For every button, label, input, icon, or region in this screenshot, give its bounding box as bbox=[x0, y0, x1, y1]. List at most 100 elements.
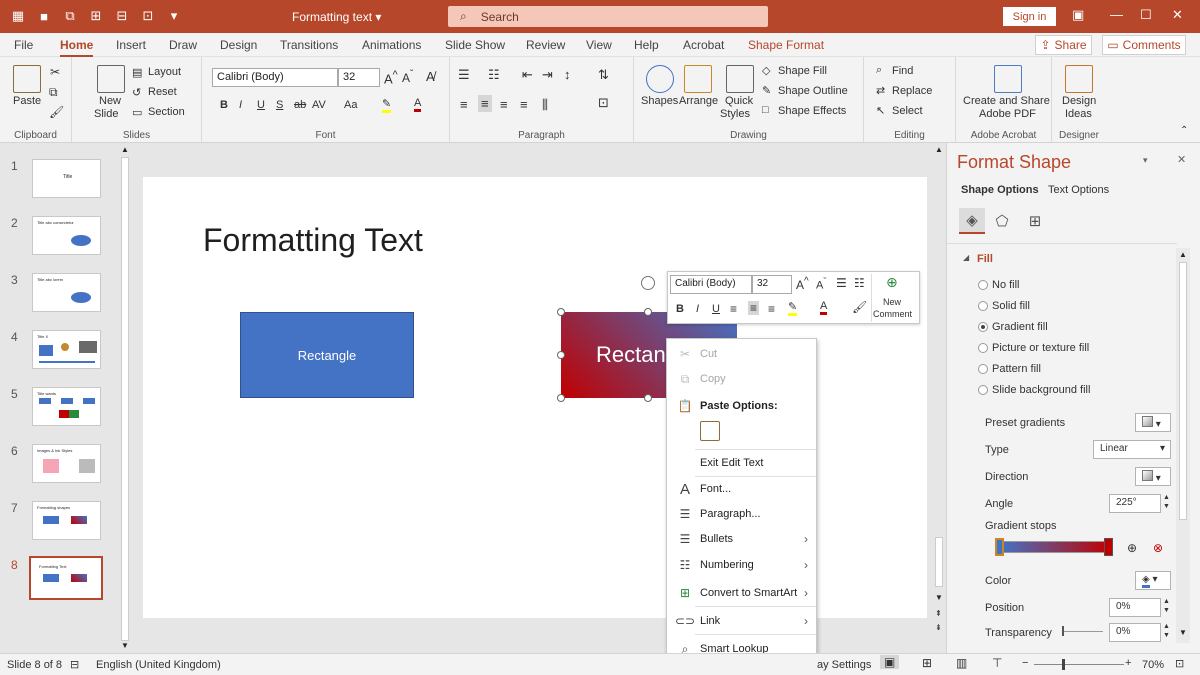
radio-pattern-fill[interactable] bbox=[978, 364, 988, 374]
normal-view-icon[interactable]: ▣ bbox=[880, 655, 900, 669]
position-spinner-icon[interactable]: ▲ ▼ bbox=[1163, 597, 1170, 615]
effects-icon[interactable]: ⬠ bbox=[989, 208, 1015, 234]
ribbon-display-icon[interactable]: ▣ bbox=[1072, 7, 1084, 23]
reset-button[interactable]: Reset bbox=[148, 86, 177, 98]
radio-solid-fill[interactable] bbox=[978, 301, 988, 311]
angle-input[interactable]: 225° bbox=[1109, 494, 1161, 513]
columns-icon[interactable]: ⫼ bbox=[542, 97, 548, 113]
mini-bullets-icon[interactable]: ☰ bbox=[836, 276, 847, 290]
mini-format-painter-icon[interactable]: 🖌 bbox=[852, 300, 867, 314]
slide-sorter-icon[interactable]: ⊞ bbox=[922, 656, 932, 670]
paste-keep-text-icon[interactable] bbox=[700, 421, 720, 441]
shape-fill-button[interactable]: Shape Fill bbox=[778, 65, 827, 77]
search-box[interactable]: ⌕ Search bbox=[448, 6, 768, 27]
shape-outline-button[interactable]: Shape Outline bbox=[778, 85, 848, 97]
shapes-button[interactable]: Shapes bbox=[641, 95, 678, 107]
align-center-icon[interactable]: ≡ bbox=[478, 95, 492, 112]
increase-indent-icon[interactable]: ⇥ bbox=[542, 67, 553, 83]
document-title[interactable]: Formatting text ▾ bbox=[292, 10, 381, 24]
mini-align-center-icon[interactable]: ≡ bbox=[748, 301, 760, 315]
format-painter-icon[interactable]: 🖌 bbox=[49, 105, 64, 119]
slide-thumbnail-5[interactable]: Title wants bbox=[32, 387, 101, 426]
mini-numbering-icon[interactable]: ☷ bbox=[854, 276, 865, 290]
radio-picture-fill[interactable] bbox=[978, 343, 988, 353]
transparency-slider-thumb[interactable] bbox=[1062, 626, 1064, 636]
mini-font-dropdown[interactable]: Calibri (Body) bbox=[670, 275, 752, 294]
resize-handle[interactable] bbox=[557, 308, 565, 316]
slide-scrollbar[interactable]: ▲ ▼ ⇞ ⇟ bbox=[932, 143, 946, 653]
zoom-out-icon[interactable]: − bbox=[1022, 657, 1028, 669]
direction-dropdown[interactable]: ▾ bbox=[1135, 467, 1171, 486]
type-dropdown[interactable]: Linear ▾ bbox=[1093, 440, 1171, 459]
select-button[interactable]: Select bbox=[892, 105, 923, 117]
menu-item-paragraph[interactable]: ☰ Paragraph... bbox=[667, 503, 816, 525]
reading-view-icon[interactable]: ▥ bbox=[956, 656, 967, 670]
gradient-stops-bar[interactable] bbox=[1000, 541, 1112, 553]
slide-thumbnail-6[interactable]: Images & Ink Styles bbox=[32, 444, 101, 483]
transparency-input[interactable]: 0% bbox=[1109, 623, 1161, 642]
mini-font-color-icon[interactable]: A bbox=[820, 300, 828, 315]
fill-line-icon[interactable]: ◈ bbox=[959, 208, 985, 234]
resize-handle[interactable] bbox=[644, 308, 652, 316]
slide-thumbnail-8[interactable]: Formatting Text bbox=[29, 556, 103, 600]
design-ideas-label-2[interactable]: Ideas bbox=[1065, 108, 1092, 120]
quick-styles-icon[interactable] bbox=[726, 65, 754, 93]
resize-handle[interactable] bbox=[644, 394, 652, 402]
paste-icon[interactable] bbox=[13, 65, 41, 93]
mini-italic-icon[interactable]: I bbox=[696, 303, 699, 315]
collapse-ribbon-icon[interactable]: ⌃ bbox=[1180, 125, 1188, 136]
menu-item-link[interactable]: ⊂⊃ Link › bbox=[667, 610, 816, 632]
resize-handle[interactable] bbox=[557, 351, 565, 359]
shape-effects-button[interactable]: Shape Effects bbox=[778, 105, 846, 117]
pane-close-icon[interactable]: ✕ bbox=[1177, 153, 1186, 166]
spellcheck-icon[interactable]: ⊟ bbox=[70, 658, 79, 671]
close-icon[interactable]: ✕ bbox=[1172, 7, 1183, 23]
tab-insert[interactable]: Insert bbox=[116, 38, 146, 52]
mini-size-dropdown[interactable]: 32 bbox=[752, 275, 792, 294]
pane-options-icon[interactable]: ▾ bbox=[1143, 155, 1148, 166]
angle-spinner-icon[interactable]: ▲ ▼ bbox=[1163, 493, 1170, 511]
font-size-dropdown[interactable]: 32 bbox=[338, 68, 380, 87]
new-comment-icon[interactable]: ⊕ bbox=[886, 274, 898, 291]
mini-grow-font-icon[interactable]: A^ bbox=[796, 276, 809, 292]
new-slide-icon[interactable] bbox=[97, 65, 125, 93]
layout-button[interactable]: Layout bbox=[148, 66, 181, 78]
fill-section-header[interactable]: Fill bbox=[977, 253, 993, 265]
create-pdf-label[interactable]: Create and Share bbox=[963, 95, 1050, 107]
shadow-icon[interactable]: S bbox=[276, 99, 283, 111]
bold-icon[interactable]: B bbox=[220, 99, 228, 111]
design-ideas-icon[interactable] bbox=[1065, 65, 1093, 93]
present-icon[interactable]: ⊟ bbox=[114, 8, 130, 24]
menu-item-numbering[interactable]: ☷ Numbering › bbox=[667, 554, 816, 576]
align-right-icon[interactable]: ≡ bbox=[500, 97, 508, 112]
redo-icon[interactable]: ⊞ bbox=[88, 8, 104, 24]
pane-scrollbar[interactable]: ▲ ▼ bbox=[1176, 248, 1190, 643]
quick-styles-label[interactable]: Quick bbox=[725, 95, 753, 107]
copy-icon[interactable]: ⧉ bbox=[49, 85, 58, 100]
tab-transitions[interactable]: Transitions bbox=[280, 38, 338, 52]
arrange-button[interactable]: Arrange bbox=[679, 95, 718, 107]
paste-button[interactable]: Paste bbox=[13, 95, 41, 107]
tab-view[interactable]: View bbox=[586, 38, 612, 52]
gradient-stop-handle[interactable] bbox=[1104, 538, 1113, 556]
create-pdf-icon[interactable] bbox=[994, 65, 1022, 93]
minimize-icon[interactable]: — bbox=[1110, 7, 1123, 22]
rotate-handle-icon[interactable] bbox=[641, 276, 655, 290]
zoom-level[interactable]: 70% bbox=[1142, 659, 1164, 671]
mini-align-right-icon[interactable]: ≡ bbox=[768, 302, 775, 316]
clear-format-icon[interactable]: A̸ bbox=[426, 69, 435, 84]
display-settings-button[interactable]: ay Settings bbox=[817, 659, 871, 671]
customize-qat-icon[interactable]: ▾ bbox=[166, 8, 182, 24]
font-name-dropdown[interactable]: Calibri (Body) bbox=[212, 68, 338, 87]
shapes-icon[interactable] bbox=[646, 65, 674, 93]
tab-file[interactable]: File bbox=[14, 38, 33, 52]
radio-gradient-fill[interactable] bbox=[978, 322, 988, 332]
slide-title[interactable]: Formatting Text bbox=[203, 222, 423, 259]
tab-design[interactable]: Design bbox=[220, 38, 257, 52]
collapse-fill-icon[interactable]: ◢ bbox=[963, 253, 969, 262]
design-ideas-label[interactable]: Design bbox=[1062, 95, 1096, 107]
autosave-icon[interactable]: ▦ bbox=[10, 8, 26, 24]
new-slide-label-2[interactable]: Slide bbox=[94, 108, 118, 120]
fit-slide-icon[interactable]: ⊡ bbox=[1175, 657, 1184, 670]
tab-shape-format[interactable]: Shape Format bbox=[748, 38, 824, 52]
